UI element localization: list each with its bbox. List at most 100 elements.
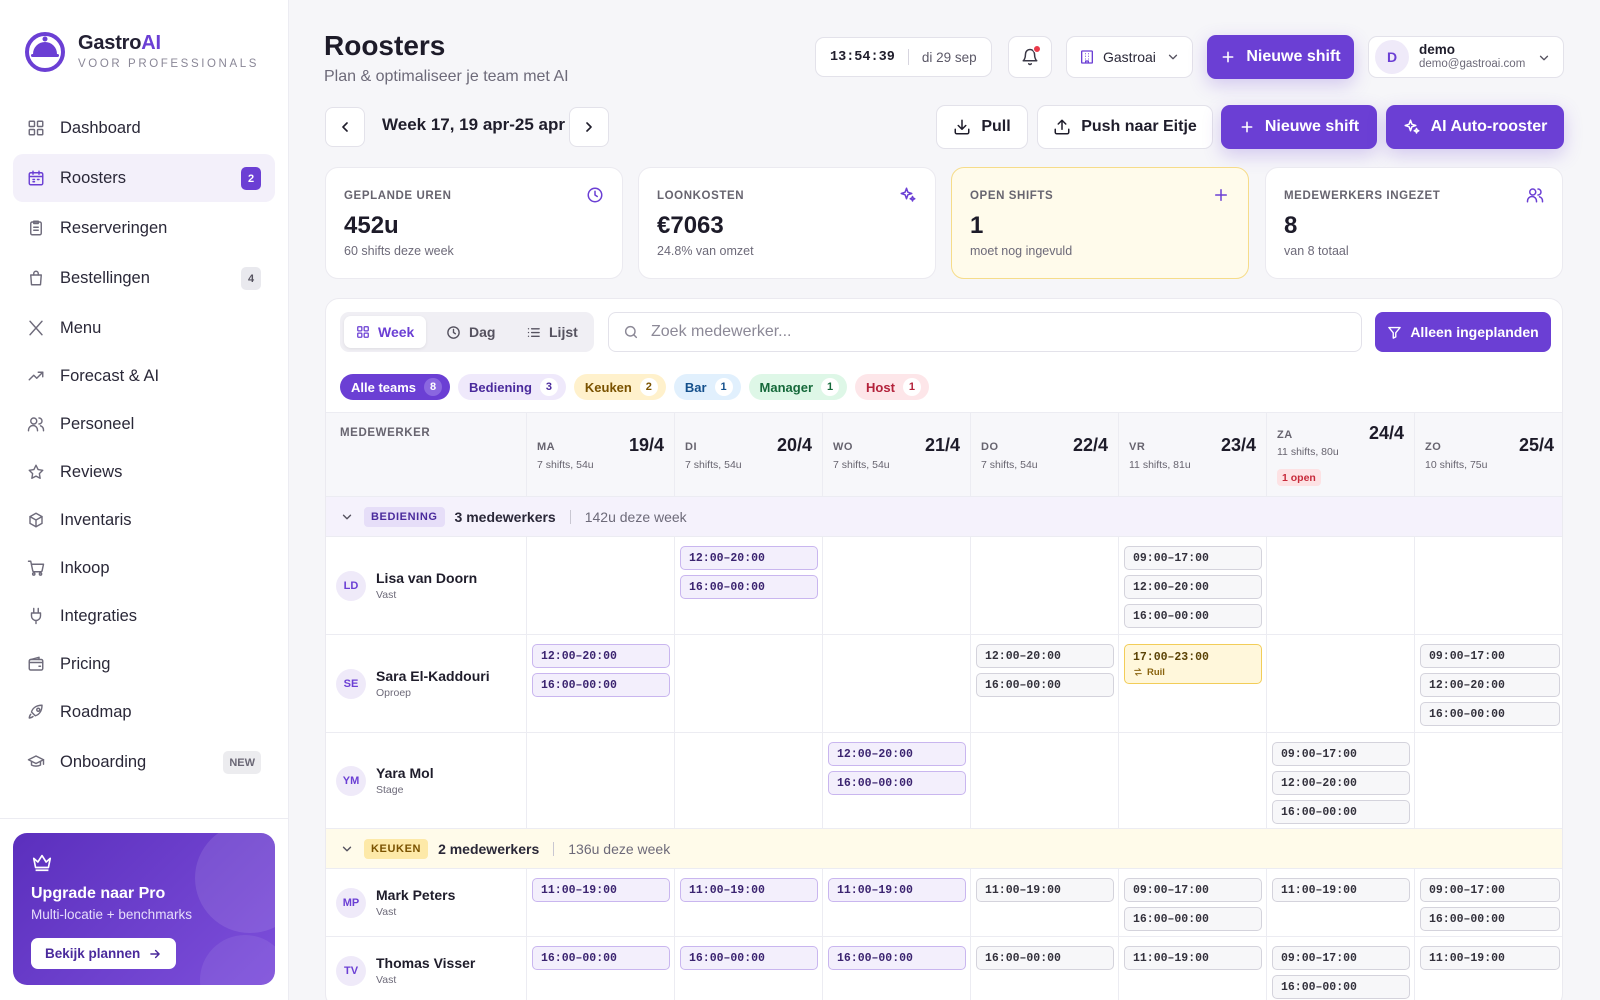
shift-block[interactable]: 09:00–17:00 (1272, 742, 1410, 766)
pull-button[interactable]: Pull (936, 105, 1028, 149)
shift-block[interactable]: 16:00–00:00 (1272, 975, 1410, 999)
shift-block-swap[interactable]: 17:00–23:00 Ruil (1124, 644, 1262, 684)
schedule-cell[interactable] (1266, 537, 1414, 634)
shift-block[interactable]: 11:00–19:00 (680, 878, 818, 902)
team-chip-alle-teams[interactable]: Alle teams 8 (340, 374, 451, 400)
shift-block[interactable]: 12:00–20:00 (532, 644, 670, 668)
shift-block[interactable]: 12:00–20:00 (1420, 673, 1560, 697)
view-plans-button[interactable]: Bekijk plannen (31, 938, 177, 969)
team-chip-host[interactable]: Host 1 (855, 374, 929, 400)
shift-block[interactable]: 09:00–17:00 (1124, 546, 1262, 570)
schedule-cell[interactable]: 09:00–17:00 16:00–00:00 (1266, 937, 1414, 1000)
location-selector[interactable]: Gastroai (1066, 36, 1193, 78)
shift-block[interactable]: 12:00–20:00 (1124, 575, 1262, 599)
chevron-down-icon[interactable] (340, 510, 354, 524)
shift-block[interactable]: 11:00–19:00 (828, 878, 966, 902)
shift-block[interactable]: 16:00–00:00 (532, 946, 670, 970)
sidebar-item-dashboard[interactable]: Dashboard (13, 104, 275, 152)
sidebar-item-reviews[interactable]: Reviews (13, 448, 275, 496)
sidebar-item-reserveringen[interactable]: Reserveringen (13, 204, 275, 252)
logo[interactable]: GastroAI VOOR PROFESSIONALS (24, 30, 259, 72)
schedule-cell[interactable]: 09:00–17:00 16:00–00:00 (1118, 869, 1266, 936)
user-menu[interactable]: D demo demo@gastroai.com (1368, 36, 1564, 78)
shift-block[interactable]: 12:00–20:00 (976, 644, 1114, 668)
sidebar-item-onboarding[interactable]: Onboarding NEW (13, 738, 275, 786)
shift-block[interactable]: 11:00–19:00 (532, 878, 670, 902)
schedule-cell[interactable]: 09:00–17:00 12:00–20:00 16:00–00:00 (1118, 537, 1266, 634)
schedule-cell[interactable]: 17:00–23:00 Ruil (1118, 635, 1266, 732)
schedule-cell[interactable]: 09:00–17:00 12:00–20:00 16:00–00:00 (1266, 733, 1414, 828)
schedule-cell[interactable] (526, 537, 674, 634)
sidebar-item-roadmap[interactable]: Roadmap (13, 688, 275, 736)
shift-block[interactable]: 16:00–00:00 (680, 575, 818, 599)
employee-cell[interactable]: LD Lisa van Doorn Vast (326, 537, 526, 634)
schedule-cell[interactable] (526, 733, 674, 828)
shift-block[interactable]: 16:00–00:00 (1124, 604, 1262, 628)
shift-block[interactable]: 09:00–17:00 (1420, 878, 1560, 902)
shift-block[interactable]: 16:00–00:00 (976, 946, 1114, 970)
sidebar-item-bestellingen[interactable]: Bestellingen 4 (13, 254, 275, 302)
team-group-keuken[interactable]: KEUKEN 2 medewerkers 136u deze week (326, 828, 1562, 868)
schedule-cell[interactable]: 11:00–19:00 (1118, 937, 1266, 1000)
view-tab-list[interactable]: Lijst (514, 316, 590, 348)
shift-block[interactable]: 11:00–19:00 (1124, 946, 1262, 970)
shift-block[interactable]: 11:00–19:00 (1272, 878, 1410, 902)
shift-block[interactable]: 11:00–19:00 (1420, 946, 1560, 970)
employee-cell[interactable]: TV Thomas Visser Vast (326, 937, 526, 1000)
employee-cell[interactable]: MP Mark Peters Vast (326, 869, 526, 936)
shift-block[interactable]: 12:00–20:00 (680, 546, 818, 570)
shift-block[interactable]: 11:00–19:00 (976, 878, 1114, 902)
team-chip-manager[interactable]: Manager 1 (748, 374, 848, 400)
schedule-cell[interactable]: 09:00–17:00 12:00–20:00 16:00–00:00 (1414, 635, 1562, 732)
shift-block[interactable]: 16:00–00:00 (1124, 907, 1262, 931)
shift-block[interactable]: 16:00–00:00 (1420, 702, 1560, 726)
sidebar-item-pricing[interactable]: Pricing (13, 640, 275, 688)
schedule-cell[interactable]: 16:00–00:00 (970, 937, 1118, 1000)
sidebar-item-inkoop[interactable]: Inkoop (13, 544, 275, 592)
shift-block[interactable]: 09:00–17:00 (1420, 644, 1560, 668)
shift-block[interactable]: 16:00–00:00 (532, 673, 670, 697)
shift-block[interactable]: 12:00–20:00 (828, 742, 966, 766)
view-tab-day[interactable]: Dag (434, 316, 507, 348)
ai-auto-rooster-button[interactable]: AI Auto-rooster (1386, 105, 1564, 149)
chevron-down-icon[interactable] (340, 842, 354, 856)
schedule-cell[interactable]: 12:00–20:00 16:00–00:00 (970, 635, 1118, 732)
schedule-cell[interactable]: 11:00–19:00 (1414, 937, 1562, 1000)
team-group-bediening[interactable]: BEDIENING 3 medewerkers 142u deze week (326, 496, 1562, 536)
shift-block[interactable]: 16:00–00:00 (680, 946, 818, 970)
schedule-cell[interactable] (822, 635, 970, 732)
schedule-cell[interactable] (1118, 733, 1266, 828)
sidebar-item-personeel[interactable]: Personeel (13, 400, 275, 448)
schedule-cell[interactable] (1414, 733, 1562, 828)
shift-block[interactable]: 16:00–00:00 (1420, 907, 1560, 931)
shift-block[interactable]: 12:00–20:00 (1272, 771, 1410, 795)
schedule-cell[interactable]: 16:00–00:00 (822, 937, 970, 1000)
schedule-cell[interactable]: 09:00–17:00 16:00–00:00 (1414, 869, 1562, 936)
schedule-cell[interactable]: 16:00–00:00 (526, 937, 674, 1000)
shift-block[interactable]: 16:00–00:00 (828, 946, 966, 970)
schedule-cell[interactable] (674, 635, 822, 732)
schedule-cell[interactable] (1266, 635, 1414, 732)
previous-week-button[interactable] (325, 107, 365, 147)
sidebar-item-forecast-ai[interactable]: Forecast & AI (13, 352, 275, 400)
employee-cell[interactable]: SE Sara El-Kaddouri Oproep (326, 635, 526, 732)
schedule-cell[interactable]: 11:00–19:00 (970, 869, 1118, 936)
schedule-cell[interactable] (674, 733, 822, 828)
schedule-cell[interactable]: 11:00–19:00 (674, 869, 822, 936)
employee-cell[interactable]: YM Yara Mol Stage (326, 733, 526, 828)
shift-block[interactable]: 09:00–17:00 (1272, 946, 1410, 970)
schedule-cell[interactable]: 12:00–20:00 16:00–00:00 (674, 537, 822, 634)
notifications-button[interactable] (1008, 36, 1052, 78)
shift-block[interactable]: 16:00–00:00 (828, 771, 966, 795)
sidebar-item-integraties[interactable]: Integraties (13, 592, 275, 640)
schedule-cell[interactable]: 11:00–19:00 (1266, 869, 1414, 936)
header-new-shift-button[interactable]: Nieuwe shift (1207, 35, 1354, 79)
team-chip-bar[interactable]: Bar 1 (673, 374, 741, 400)
schedule-cell[interactable]: 12:00–20:00 16:00–00:00 (822, 733, 970, 828)
team-chip-bediening[interactable]: Bediening 3 (458, 374, 566, 400)
schedule-cell[interactable] (1414, 537, 1562, 634)
shift-block[interactable]: 09:00–17:00 (1124, 878, 1262, 902)
view-tab-week[interactable]: Week (344, 316, 427, 348)
open-shifts-badge[interactable]: 1 open (1277, 469, 1321, 486)
schedule-cell[interactable]: 16:00–00:00 (674, 937, 822, 1000)
